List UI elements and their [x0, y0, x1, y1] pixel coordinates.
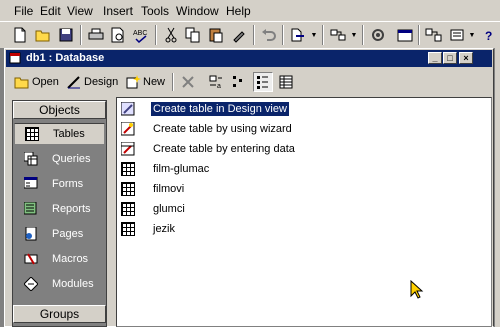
- table-icon: [121, 162, 135, 176]
- objects-item-forms[interactable]: Forms: [14, 173, 105, 195]
- menu-window[interactable]: Window: [176, 4, 219, 18]
- format-painter-icon[interactable]: [229, 25, 249, 45]
- tables-icon: [25, 127, 39, 141]
- analyze-dropdown-icon[interactable]: ▼: [350, 25, 358, 45]
- undo-icon[interactable]: [259, 25, 279, 45]
- forms-icon: [23, 176, 38, 191]
- menu-tools[interactable]: Tools: [141, 4, 169, 18]
- table-icon: [121, 182, 135, 196]
- design-button[interactable]: Design: [66, 72, 118, 92]
- menu-insert[interactable]: Insert: [103, 4, 133, 18]
- office-links-dropdown-icon[interactable]: ▼: [310, 25, 318, 45]
- help-icon[interactable]: ?: [480, 25, 500, 45]
- print-preview-icon[interactable]: [108, 25, 128, 45]
- menu-edit[interactable]: Edit: [40, 4, 61, 18]
- window-titlebar[interactable]: db1 : Database _ □ ×: [6, 50, 492, 67]
- maximize-button[interactable]: □: [443, 52, 457, 64]
- menu-help[interactable]: Help: [226, 4, 251, 18]
- new-button[interactable]: New: [125, 72, 165, 92]
- cut-icon[interactable]: [161, 25, 181, 45]
- minimize-button[interactable]: _: [428, 52, 442, 64]
- open-icon[interactable]: [33, 25, 53, 45]
- print-icon[interactable]: [86, 25, 106, 45]
- window-title: db1 : Database: [26, 52, 105, 64]
- menu-view[interactable]: View: [67, 4, 93, 18]
- main-toolbar: ABC ▼ ▼ ▼ ?: [0, 21, 500, 49]
- modules-icon: [23, 276, 39, 292]
- mouse-cursor-icon: [410, 279, 424, 300]
- properties-icon[interactable]: [395, 25, 415, 45]
- list-item-table[interactable]: jezik: [121, 220, 177, 238]
- relationships-icon[interactable]: [424, 25, 444, 45]
- objects-item-macros[interactable]: Macros: [14, 248, 105, 270]
- wizard-icon: [120, 121, 135, 136]
- list-item-enter-data[interactable]: Create table by entering data: [120, 140, 297, 158]
- pages-icon: [24, 226, 38, 241]
- list-view-icon[interactable]: [253, 72, 273, 92]
- table-icon: [121, 202, 135, 216]
- paste-icon[interactable]: [206, 25, 226, 45]
- new-icon[interactable]: [10, 25, 30, 45]
- macros-icon: [24, 252, 38, 266]
- list-item-table[interactable]: film-glumac: [121, 160, 211, 178]
- queries-icon: [23, 151, 38, 166]
- table-icon: [121, 222, 135, 236]
- menu-file[interactable]: File: [14, 4, 33, 18]
- office-links-icon[interactable]: [288, 25, 308, 45]
- new-object-icon[interactable]: [447, 25, 467, 45]
- enter-data-icon: [120, 141, 135, 156]
- new-object-dropdown-icon[interactable]: ▼: [468, 25, 476, 45]
- objects-item-tables[interactable]: Tables: [14, 123, 105, 145]
- save-icon[interactable]: [56, 25, 76, 45]
- list-item-table[interactable]: filmovi: [121, 180, 186, 198]
- reports-icon: [23, 201, 38, 216]
- open-button[interactable]: Open: [14, 72, 59, 92]
- new-object-small-icon: [126, 75, 141, 89]
- copy-icon[interactable]: [183, 25, 203, 45]
- toolbar-separator: [172, 73, 174, 91]
- svg-text:a: a: [217, 83, 221, 90]
- small-icons-icon[interactable]: [231, 74, 247, 90]
- design-view-icon: [120, 101, 135, 116]
- objects-header[interactable]: Objects: [13, 101, 106, 119]
- menu-bar: File Edit View Insert Tools Window Help: [0, 0, 500, 21]
- mdi-scrollbar[interactable]: [494, 48, 500, 327]
- large-icons-icon[interactable]: a: [208, 74, 224, 90]
- design-icon: [67, 76, 80, 89]
- close-button[interactable]: ×: [459, 52, 473, 64]
- objects-item-queries[interactable]: Queries: [14, 148, 105, 170]
- list-item-wizard[interactable]: Create table by using wizard: [120, 120, 294, 138]
- list-item-table[interactable]: glumci: [121, 200, 187, 218]
- open-object-icon: [14, 77, 29, 89]
- analyze-icon[interactable]: [328, 25, 348, 45]
- spelling-icon[interactable]: ABC: [131, 25, 151, 45]
- objects-item-modules[interactable]: Modules: [14, 273, 105, 295]
- list-item-design-view[interactable]: Create table in Design view: [120, 100, 290, 118]
- code-icon[interactable]: [368, 25, 388, 45]
- groups-header[interactable]: Groups: [13, 305, 106, 323]
- details-view-icon[interactable]: [278, 74, 294, 90]
- svg-text:?: ?: [485, 29, 492, 42]
- database-icon: [9, 52, 21, 64]
- objects-item-reports[interactable]: Reports: [14, 198, 105, 220]
- delete-icon[interactable]: [180, 74, 196, 90]
- objects-item-pages[interactable]: Pages: [14, 223, 105, 245]
